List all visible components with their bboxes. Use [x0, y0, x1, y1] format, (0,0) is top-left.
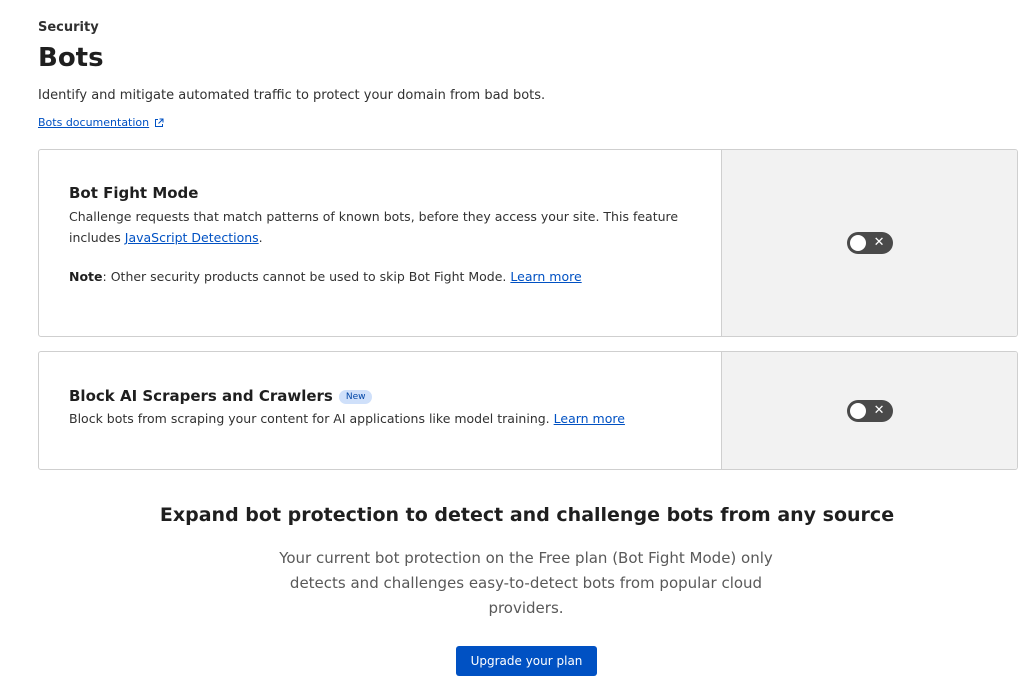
block-ai-scrapers-title: Block AI Scrapers and Crawlers [69, 387, 333, 405]
close-icon: ✕ [873, 402, 885, 418]
block-ai-learn-more-link[interactable]: Learn more [554, 411, 625, 426]
promo-text: Your current bot protection on the Free … [279, 549, 773, 617]
external-link-icon [155, 118, 164, 127]
new-badge: New [338, 390, 373, 404]
toggle-knob [849, 402, 866, 419]
block-ai-scrapers-toggle[interactable]: ✕ [846, 399, 893, 422]
bots-documentation-link[interactable]: Bots documentation [38, 116, 164, 129]
bot-fight-mode-content: Bot Fight Mode Challenge requests that m… [39, 150, 722, 336]
toggle-knob [849, 235, 866, 251]
javascript-detections-link[interactable]: JavaScript Detections [125, 230, 259, 245]
upgrade-plan-button[interactable]: Upgrade your plan [456, 646, 597, 676]
page-description: Identify and mitigate automated traffic … [38, 88, 546, 103]
bot-fight-mode-toggle[interactable]: ✕ [846, 232, 893, 254]
bot-fight-mode-note: Note: Other security products cannot be … [69, 266, 691, 287]
note-label: Note [69, 269, 103, 284]
bot-fight-mode-title: Bot Fight Mode [69, 184, 199, 202]
bot-fight-mode-text-end: . [258, 230, 263, 245]
section-eyebrow: Security [38, 20, 99, 35]
bot-fight-mode-description: Challenge requests that match patterns o… [69, 206, 691, 248]
block-ai-scrapers-text: Block bots from scraping your content fo… [69, 411, 554, 426]
bot-fight-mode-toggle-panel: ✕ [722, 150, 1017, 336]
promo-title: Expand bot protection to detect and chal… [159, 504, 895, 526]
block-ai-scrapers-content: Block AI Scrapers and Crawlers New Block … [39, 352, 722, 469]
block-ai-scrapers-heading: Block AI Scrapers and Crawlers New [69, 387, 691, 405]
note-text: : Other security products cannot be used… [102, 269, 511, 284]
block-ai-scrapers-card: Block AI Scrapers and Crawlers New Block … [38, 351, 1018, 470]
block-ai-scrapers-description: Block bots from scraping your content fo… [69, 408, 691, 429]
bots-documentation-label: Bots documentation [38, 116, 150, 129]
page-title: Bots [38, 43, 104, 73]
bot-fight-mode-card: Bot Fight Mode Challenge requests that m… [38, 149, 1018, 337]
block-ai-scrapers-toggle-panel: ✕ [722, 352, 1017, 469]
bot-fight-learn-more-link[interactable]: Learn more [510, 269, 581, 284]
close-icon: ✕ [873, 235, 885, 250]
